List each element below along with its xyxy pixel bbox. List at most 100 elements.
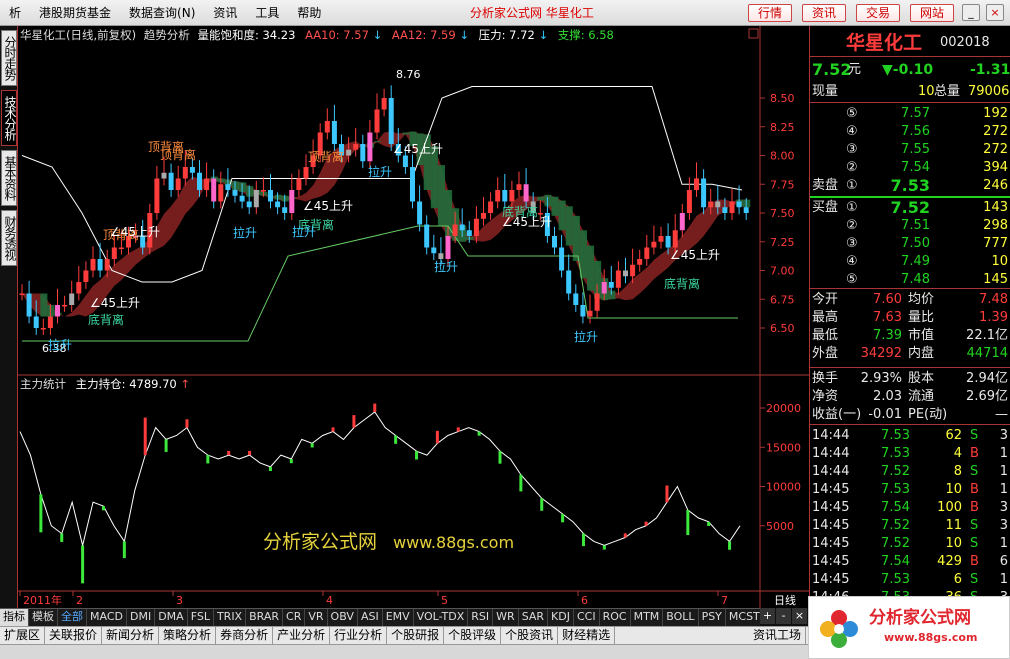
minimize-icon[interactable]: _ (962, 4, 980, 21)
sub-tick-label: 20000 (766, 402, 801, 415)
tab-intraday[interactable]: 分时走势 (1, 30, 17, 86)
info-nav-tab[interactable]: 个股研报 (387, 627, 445, 644)
zoom-in-button[interactable]: + (760, 608, 775, 624)
tick-count: 3 (999, 428, 1008, 443)
info-nav-tab[interactable]: 资讯工场 (749, 627, 806, 644)
ask-row: ⑤ 7.57 192 (810, 105, 1010, 123)
candle-body (83, 270, 89, 282)
candle-body (168, 172, 174, 190)
close-panel-button[interactable]: × (792, 608, 807, 624)
indicator-tab[interactable]: OBV (328, 609, 358, 626)
candle-body (459, 224, 465, 231)
tab-technical[interactable]: 技术分析 (1, 90, 17, 146)
finance-row: 收益(一) -0.01 PE(动) — (810, 406, 1010, 424)
bid-row: 买盘 ① 7.52 143 (810, 199, 1010, 217)
indicator-tab[interactable]: 全部 (58, 609, 87, 626)
tick-row: 14:45 7.54 429 B 6 (810, 553, 1010, 571)
quote-button[interactable]: 行情 (748, 4, 792, 22)
pull-up-label: 拉升 (368, 164, 392, 179)
menu-item-info[interactable]: 资讯 (204, 0, 246, 26)
close-icon[interactable]: × (986, 4, 1004, 21)
watermark-cn: 分析家公式网 (263, 531, 377, 553)
candle-body (410, 167, 415, 202)
indicator-tab[interactable]: FSL (188, 609, 214, 626)
stat-row: 最高 7.63 量比 1.39 (810, 309, 1010, 327)
pressure-label: 压力: (479, 28, 506, 42)
indicator-tab[interactable]: VOL-TDX (414, 609, 469, 626)
indicator-tab[interactable]: MTM (631, 609, 664, 626)
indicator-tab[interactable]: 指标 (0, 609, 29, 626)
position-bar (352, 415, 356, 428)
tick-side: S (970, 518, 979, 533)
down-ribbon-segment (587, 245, 595, 291)
trade-button[interactable]: 交易 (856, 4, 900, 22)
candle-body (296, 178, 302, 190)
candle-body (736, 201, 742, 208)
site-logo: 分析家公式网 www.88gs.com (808, 596, 1010, 659)
ask-level: ② (846, 160, 858, 175)
support-value: 6.58 (588, 28, 614, 42)
ask-row: ② 7.54 394 (810, 159, 1010, 177)
pull-up-label: 拉升 (233, 225, 257, 240)
candle-body (69, 293, 75, 305)
indicator-tab[interactable]: TRIX (214, 609, 247, 626)
chart-indicator-name: 趋势分析 (144, 28, 190, 42)
indicator-tab[interactable]: RSI (468, 609, 494, 626)
indicator-tab[interactable]: DMA (155, 609, 188, 626)
indicator-tab[interactable]: CCI (574, 609, 600, 626)
info-nav-tab[interactable]: 策略分析 (159, 627, 217, 644)
menu-item-hk-futures[interactable]: 港股期货基金 (30, 0, 120, 26)
info-nav-tab[interactable]: 券商分析 (216, 627, 274, 644)
tab-basic-info[interactable]: 基本资料 (1, 150, 17, 206)
candle-body (239, 195, 245, 202)
bid-level: ④ (846, 254, 858, 269)
info-nav-tab[interactable]: 财经精选 (558, 627, 616, 644)
indicator-tab[interactable]: CR (283, 609, 306, 626)
candle-body (303, 167, 309, 179)
info-nav-tab[interactable]: 个股评级 (444, 627, 502, 644)
position-bar (728, 541, 732, 550)
indicator-tab[interactable]: MACD (87, 609, 127, 626)
indicator-tab[interactable]: BRAR (246, 609, 284, 626)
menu-item-analysis[interactable]: 析 (0, 0, 30, 26)
info-nav-tab[interactable]: 行业分析 (330, 627, 388, 644)
kline-chart[interactable]: 华星化工(日线,前复权) 趋势分析 量能饱和度: 34.23 AA10: 7.5… (18, 26, 809, 608)
tab-finance[interactable]: 财务透视 (1, 210, 17, 266)
info-nav-tab[interactable]: 关联报价 (45, 627, 103, 644)
indicator-tab[interactable]: PSY (699, 609, 726, 626)
menu-item-help[interactable]: 帮助 (288, 0, 330, 26)
info-nav-tab[interactable]: 扩展区 (0, 627, 46, 644)
tick-row: 14:45 7.53 6 S 1 (810, 571, 1010, 589)
candle-body (275, 201, 281, 208)
website-button[interactable]: 网站 (910, 4, 954, 22)
indicator-tab[interactable]: WR (493, 609, 519, 626)
indicator-tab[interactable]: KDJ (548, 609, 574, 626)
down-ribbon-segment (466, 236, 474, 240)
menu-item-tools[interactable]: 工具 (246, 0, 288, 26)
indicator-tab[interactable]: ROC (600, 609, 631, 626)
rise45-label: ∠45上升 (502, 215, 552, 229)
indicator-tab[interactable]: MCST (726, 609, 764, 626)
finance-label: 股本 (908, 371, 935, 386)
position-bar (101, 506, 105, 511)
indicator-tab[interactable]: ASI (358, 609, 383, 626)
indicator-tab[interactable]: DMI (127, 609, 156, 626)
indicator-tab[interactable]: VR (305, 609, 328, 626)
indicator-tab[interactable]: EMV (383, 609, 414, 626)
info-nav-tab[interactable]: 新闻分析 (102, 627, 160, 644)
ask-price: 7.56 (901, 124, 930, 139)
aa10-value: 7.57 (343, 28, 369, 42)
zoom-out-button[interactable]: - (776, 608, 791, 624)
indicator-tab[interactable]: BOLL (663, 609, 699, 626)
ask-row: ③ 7.55 272 (810, 141, 1010, 159)
indicator-tab[interactable]: 模板 (29, 609, 58, 626)
candle-body (615, 270, 621, 288)
candle-body (743, 207, 749, 213)
info-button[interactable]: 资讯 (802, 4, 846, 22)
info-nav-tab[interactable]: 产业分析 (273, 627, 331, 644)
indicator-tab[interactable]: SAR (519, 609, 549, 626)
info-nav-tab[interactable]: 个股资讯 (501, 627, 559, 644)
candle-body (587, 310, 593, 317)
menu-item-data-query[interactable]: 数据查询(N) (120, 0, 204, 26)
current-price: 7.52 (812, 60, 852, 79)
